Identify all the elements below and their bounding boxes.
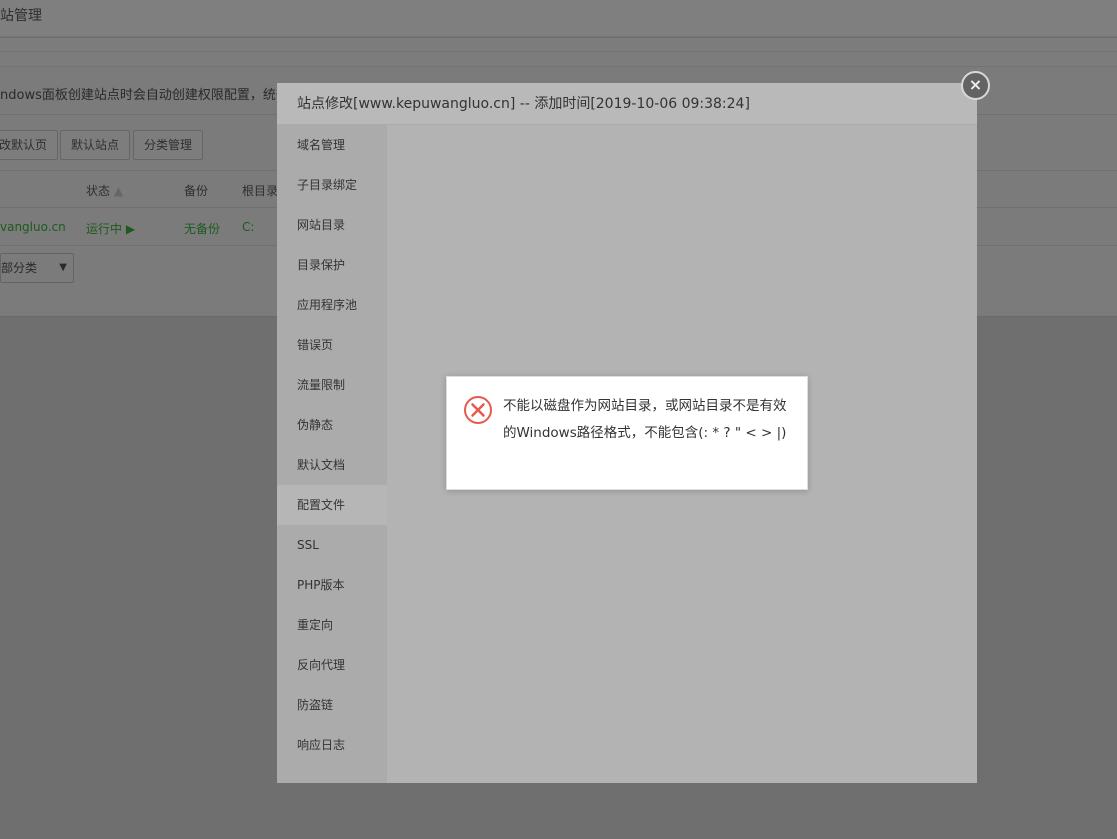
sidebar-item[interactable]: 流量限制 <box>277 365 387 405</box>
root-column-header: 根目录 <box>242 184 279 198</box>
sidebar-item[interactable]: 目录保护 <box>277 245 387 285</box>
divider <box>0 38 1117 52</box>
page-title: 站管理 <box>0 8 42 24</box>
backup-link[interactable]: 无备份 <box>184 220 220 237</box>
sidebar-item[interactable]: 错误页 <box>277 325 387 365</box>
sidebar-item[interactable]: SSL <box>277 525 387 565</box>
sidebar-item[interactable]: 域名管理 <box>277 125 387 165</box>
close-icon[interactable]: × <box>961 71 990 100</box>
sort-asc-icon: ▲ <box>113 184 124 198</box>
select-value: 部分类 <box>1 261 38 275</box>
chevron-down-icon: ▼ <box>59 262 67 273</box>
sidebar-item[interactable]: 伪静态 <box>277 405 387 445</box>
category-select[interactable]: 部分类 ▼ <box>0 253 74 283</box>
sidebar-item[interactable]: 重定向 <box>277 605 387 645</box>
modal-title: 站点修改[www.kepuwangluo.cn] -- 添加时间[2019-10… <box>277 83 977 125</box>
default-site-button[interactable]: 默认站点 <box>60 130 131 160</box>
sidebar-item[interactable]: 应用程序池 <box>277 285 387 325</box>
sidebar-item[interactable]: 默认文档 <box>277 445 387 485</box>
root-path[interactable]: C: <box>242 220 254 234</box>
site-link[interactable]: vangluo.cn <box>0 220 66 234</box>
sidebar-item[interactable]: PHP版本 <box>277 565 387 605</box>
error-alert: 不能以磁盘作为网站目录，或网站目录不是有效的Windows路径格式，不能包含(:… <box>446 376 808 490</box>
divider <box>0 52 1117 67</box>
sidebar-item[interactable]: 子目录绑定 <box>277 165 387 205</box>
sidebar-item[interactable]: 防盗链 <box>277 685 387 725</box>
backup-column-header: 备份 <box>184 184 209 198</box>
modify-default-page-button[interactable]: 改默认页 <box>0 130 59 160</box>
sidebar-item[interactable]: 网站目录 <box>277 205 387 245</box>
notice-text: ndows面板创建站点时会自动创建权限配置，统一使用 <box>0 88 315 103</box>
modal-sidebar: 域名管理 子目录绑定 网站目录 目录保护 应用程序池 错误页 流量限制 伪静态 默认文档 配置文件… <box>277 125 387 783</box>
page-header: 站管理 <box>0 0 1117 37</box>
status-badge[interactable]: 运行中 ▶ <box>86 220 135 237</box>
error-icon <box>464 396 492 424</box>
header-label: 状态 <box>86 184 111 198</box>
alert-message: 不能以磁盘作为网站目录，或网站目录不是有效的Windows路径格式，不能包含(:… <box>503 398 787 441</box>
sidebar-item[interactable]: 反向代理 <box>277 645 387 685</box>
category-manage-button[interactable]: 分类管理 <box>133 130 204 160</box>
sidebar-item[interactable]: 响应日志 <box>277 725 387 765</box>
sidebar-item[interactable]: 配置文件 <box>277 485 387 525</box>
status-column-header[interactable]: 状态 ▲ <box>86 182 123 199</box>
